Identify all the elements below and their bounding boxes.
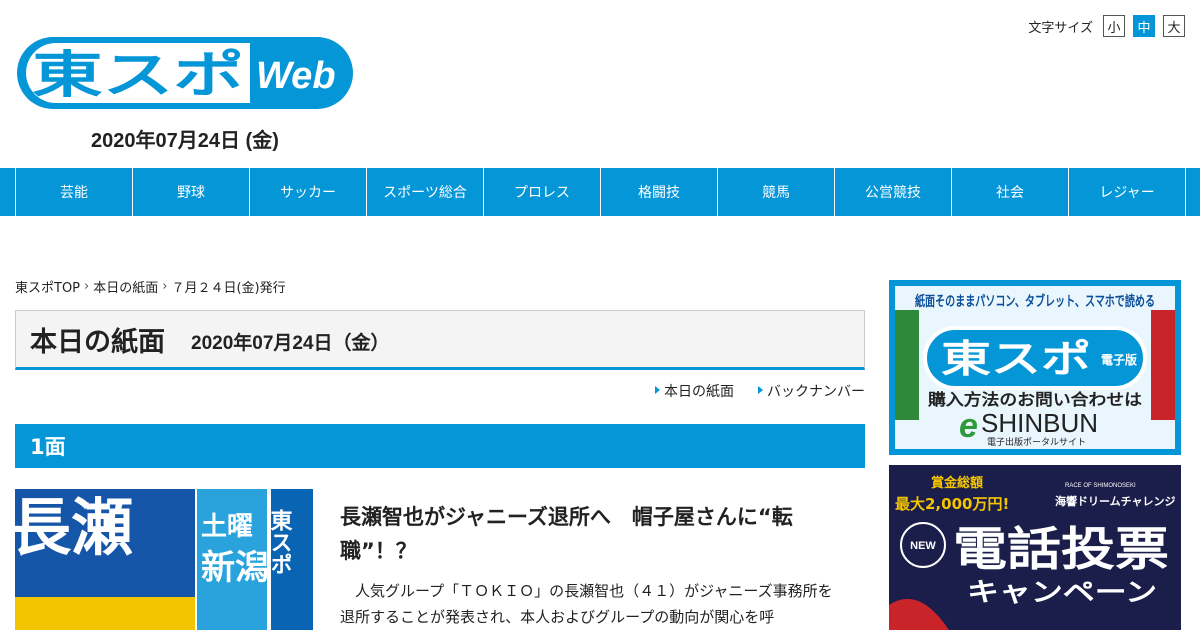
article-summary: 人気グループ「ＴＯＫＩＯ」の長瀬智也（４１）がジャニーズ事務所を退所することが発… (340, 582, 833, 626)
site-header: 東スポ Web 2020年07月24日 (金) 文字サイズ 小 中 大 (0, 0, 1200, 168)
font-size-switcher: 文字サイズ 小 中 大 (1028, 15, 1185, 37)
nav-item-horse-racing[interactable]: 競馬 (718, 168, 835, 216)
breadcrumb-top-link[interactable]: 東スポTOP (15, 277, 80, 296)
logo-sub-text: Web (256, 55, 336, 97)
font-size-label: 文字サイズ (1028, 20, 1093, 36)
sub-nav: 本日の紙面 バックナンバー (655, 381, 865, 401)
nav-item-public-racing[interactable]: 公営競技 (835, 168, 952, 216)
article-title[interactable]: 長瀬智也がジャニーズ退所へ 帽子屋さんに“転職”！？ (340, 500, 860, 568)
ad1-brand-e: e (959, 407, 978, 445)
ad1-sub-text: 電子出版ポータルサイト (987, 436, 1086, 448)
ad1-top-text: 紙面そのままパソコン、タブレット、スマホで読める (915, 293, 1155, 310)
breadcrumb: 東スポTOP › 本日の紙面 › ７月２４日(金)発行 (15, 277, 286, 296)
thumb-sub-text-2: 新潟 (201, 548, 269, 588)
thumb-logo-text: 東スポ (267, 509, 293, 575)
nav-item-baseball[interactable]: 野球 (133, 168, 250, 216)
nav-item-soccer[interactable]: サッカー (250, 168, 367, 216)
page-date: 2020年07月24日（金） (191, 332, 390, 354)
ad2-race-name: 海響ドリームチャレンジ (1055, 494, 1176, 508)
chevron-right-icon: › (162, 279, 168, 294)
ad2-race-text: RACE OF SHIMONOSEKI (1065, 483, 1136, 489)
section-heading: 1面 (15, 424, 865, 468)
ad2-title2-text: キャンペーン (967, 578, 1157, 608)
front-page-thumbnail[interactable]: 長瀬 土曜 新潟 東スポ (15, 489, 313, 630)
today-paper-link[interactable]: 本日の紙面 (655, 381, 734, 401)
nav-item-society[interactable]: 社会 (952, 168, 1069, 216)
site-logo[interactable]: 東スポ Web (16, 36, 354, 110)
breadcrumb-current: ７月２４日(金)発行 (171, 281, 286, 296)
chevron-right-icon: › (84, 279, 90, 294)
category-nav: 芸能 野球 サッカー スポーツ総合 プロレス 格闘技 競馬 公営競技 社会 レジ… (0, 168, 1200, 216)
font-size-medium-button[interactable]: 中 (1133, 15, 1155, 37)
font-size-large-button[interactable]: 大 (1163, 15, 1185, 37)
ad2-prize-label: 賞金総額 (931, 475, 983, 491)
back-number-link[interactable]: バックナンバー (758, 381, 865, 401)
nav-item-sports[interactable]: スポーツ総合 (367, 168, 484, 216)
thumb-sub-text-1: 土曜 (201, 512, 253, 542)
font-size-small-button[interactable]: 小 (1103, 15, 1125, 37)
ad2-badge-text: NEW (910, 540, 936, 552)
nav-item-prowrestling[interactable]: プロレス (484, 168, 601, 216)
telephone-vote-ad-banner[interactable]: 賞金総額 最大2,000万円! RACE OF SHIMONOSEKI 海響ドリ… (889, 465, 1181, 630)
nav-item-geinou[interactable]: 芸能 (16, 168, 133, 216)
ad1-logo-tag: 電子版 (1101, 352, 1137, 367)
header-date: 2020年07月24日 (金) (91, 130, 279, 152)
ad2-prize-text: 最大2,000万円! (895, 495, 1009, 513)
breadcrumb-today-link[interactable]: 本日の紙面 (93, 277, 158, 296)
thumb-headline-text: 長瀬 (15, 491, 133, 564)
page-title: 本日の紙面 (30, 326, 165, 358)
ad1-logo-text: 東スポ (941, 337, 1091, 381)
ad2-title-text: 電話投票 (953, 522, 1169, 576)
logo-main-text: 東スポ (32, 46, 244, 104)
ad1-brand-text: SHINBUN (981, 408, 1098, 438)
denshiban-ad-banner[interactable]: 紙面そのままパソコン、タブレット、スマホで読める 東スポ 電子版 購入方法のお問… (889, 280, 1181, 455)
page-title-box: 本日の紙面 2020年07月24日（金） (15, 310, 865, 370)
nav-item-fighting[interactable]: 格闘技 (601, 168, 718, 216)
nav-item-leisure[interactable]: レジャー (1069, 168, 1186, 216)
